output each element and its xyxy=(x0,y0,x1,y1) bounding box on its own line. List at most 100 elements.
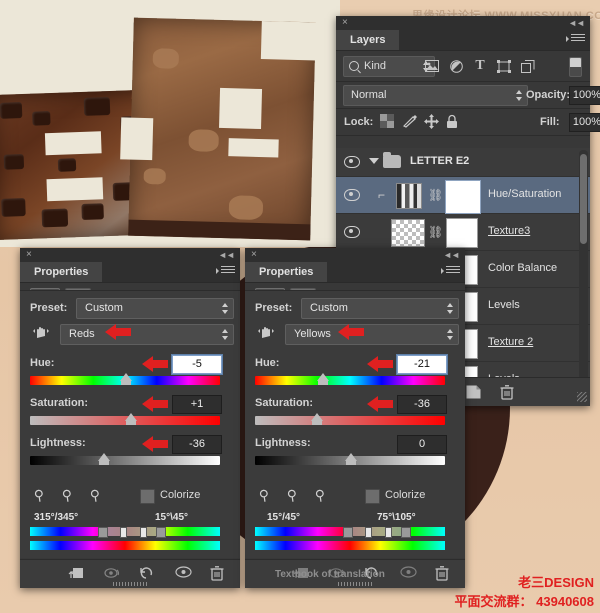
eyedropper-icon[interactable]: ⚲ xyxy=(258,486,271,504)
preset-value: Custom xyxy=(85,302,123,314)
close-icon[interactable]: × xyxy=(342,18,351,28)
chevron-updown-icon xyxy=(447,303,454,314)
preset-select[interactable]: Custom xyxy=(301,298,459,319)
saturation-slider[interactable] xyxy=(30,413,220,425)
lightness-value-input[interactable]: 0 xyxy=(397,435,447,454)
preset-select[interactable]: Custom xyxy=(76,298,234,319)
type-layer-icon[interactable]: T xyxy=(468,57,492,75)
layer-mask-thumbnail[interactable] xyxy=(446,218,478,248)
hue-slider[interactable] xyxy=(30,373,220,385)
table-row[interactable]: ⛓ Texture3 xyxy=(336,214,590,251)
eye-icon[interactable] xyxy=(344,226,360,238)
adjustment-layer-icon[interactable] xyxy=(444,57,468,75)
view-previous-state-icon[interactable] xyxy=(104,566,121,583)
saturation-slider-knob[interactable] xyxy=(125,413,137,425)
clip-to-layer-icon[interactable] xyxy=(68,566,84,583)
toggle-visibility-icon[interactable] xyxy=(175,566,192,581)
link-icon[interactable]: ⛓ xyxy=(428,226,443,238)
eye-icon[interactable] xyxy=(344,189,360,201)
lightness-slider[interactable] xyxy=(255,453,445,465)
toggle-visibility-icon[interactable] xyxy=(400,566,417,581)
eyedropper-icon[interactable]: ⚲ xyxy=(33,486,46,504)
colorize-checkbox[interactable] xyxy=(140,489,155,504)
shape-layer-icon[interactable] xyxy=(492,57,516,75)
range-handle-outer-left[interactable] xyxy=(343,527,353,538)
layer-filter-row: Kind T xyxy=(336,51,590,82)
saturation-label: Saturation: xyxy=(255,397,314,409)
channel-select[interactable]: Yellows xyxy=(285,324,459,345)
targeted-adjustment-icon[interactable] xyxy=(32,324,50,343)
panel-menu-icon[interactable] xyxy=(216,266,235,277)
eyedropper-subtract-icon[interactable]: ⚲ xyxy=(89,486,102,504)
panel-menu-icon[interactable] xyxy=(441,266,460,277)
saturation-slider[interactable] xyxy=(255,413,445,425)
table-row[interactable]: LETTER E2 xyxy=(336,148,590,177)
chevron-down-icon[interactable] xyxy=(369,158,379,164)
layers-scrollbar[interactable] xyxy=(579,150,588,390)
delete-layer-icon[interactable] xyxy=(500,385,516,400)
close-icon[interactable]: × xyxy=(26,250,35,260)
pixel-layer-icon[interactable] xyxy=(420,57,444,75)
lightness-slider[interactable] xyxy=(30,453,220,465)
saturation-value-input[interactable]: -36 xyxy=(397,395,447,414)
hue-slider-knob[interactable] xyxy=(317,373,329,385)
link-icon[interactable]: ⛓ xyxy=(428,189,443,201)
delete-icon[interactable] xyxy=(210,566,224,584)
scrollbar-thumb[interactable] xyxy=(580,154,587,244)
lightness-slider-knob[interactable] xyxy=(345,453,357,465)
range-band[interactable] xyxy=(347,527,405,536)
hue-value-input[interactable]: -5 xyxy=(172,355,222,374)
colorize-checkbox[interactable] xyxy=(365,489,380,504)
filter-enable-toggle[interactable] xyxy=(569,57,582,77)
lock-position-icon[interactable] xyxy=(424,114,440,130)
saturation-slider-knob[interactable] xyxy=(311,413,323,425)
eyedropper-add-icon[interactable]: ⚲ xyxy=(61,486,74,504)
eyedropper-subtract-icon[interactable]: ⚲ xyxy=(314,486,327,504)
eyedropper-add-icon[interactable]: ⚲ xyxy=(286,486,299,504)
panel-grip[interactable] xyxy=(338,582,372,586)
targeted-adjustment-icon[interactable] xyxy=(257,324,275,343)
close-icon[interactable]: × xyxy=(251,250,260,260)
lock-image-icon[interactable] xyxy=(402,114,418,130)
chevron-updown-icon xyxy=(516,90,523,101)
hue-slider[interactable] xyxy=(255,373,445,385)
range-right-label: 15°\45° xyxy=(155,512,189,523)
eye-icon[interactable] xyxy=(344,156,360,168)
layer-mask-thumbnail[interactable] xyxy=(445,180,481,214)
range-band[interactable] xyxy=(102,527,160,536)
range-handle-inner-left[interactable] xyxy=(365,527,372,538)
lightness-value-input[interactable]: -36 xyxy=(172,435,222,454)
collapse-icon[interactable]: ◄◄ xyxy=(218,250,235,260)
tab-properties[interactable]: Properties xyxy=(20,262,103,282)
delete-icon[interactable] xyxy=(435,566,449,584)
tab-properties[interactable]: Properties xyxy=(245,262,328,282)
panel-menu-icon[interactable] xyxy=(566,34,585,45)
panel-grip[interactable] xyxy=(113,582,147,586)
lock-all-icon[interactable] xyxy=(446,114,462,130)
lightness-slider-knob[interactable] xyxy=(98,453,110,465)
reset-icon[interactable] xyxy=(138,566,154,583)
fill-value[interactable]: 100% xyxy=(569,113,600,132)
new-layer-icon[interactable] xyxy=(466,385,482,400)
opacity-value[interactable]: 100% xyxy=(569,86,600,105)
range-handle-outer-left[interactable] xyxy=(98,527,108,538)
range-handle-inner-right[interactable] xyxy=(140,527,147,538)
lock-transparency-icon[interactable] xyxy=(380,114,396,130)
range-handle-inner-right[interactable] xyxy=(385,527,392,538)
hue-value-input[interactable]: -21 xyxy=(397,355,447,374)
collapse-icon[interactable]: ◄◄ xyxy=(443,250,460,260)
table-row[interactable]: ⌐ ⛓ Hue/Saturation xyxy=(336,177,590,214)
layer-thumbnail[interactable] xyxy=(396,183,422,209)
channel-select[interactable]: Reds xyxy=(60,324,234,345)
blend-mode-select[interactable]: Normal xyxy=(343,85,528,106)
collapse-icon[interactable]: ◄◄ xyxy=(568,18,585,28)
range-handle-outer-right[interactable] xyxy=(156,527,166,538)
tab-layers[interactable]: Layers xyxy=(336,30,400,50)
resize-grip[interactable] xyxy=(577,392,587,402)
smart-object-icon[interactable] xyxy=(516,57,540,75)
layer-thumbnail[interactable] xyxy=(391,219,425,247)
range-handle-outer-right[interactable] xyxy=(401,527,411,538)
range-handle-inner-left[interactable] xyxy=(120,527,127,538)
saturation-value-input[interactable]: +1 xyxy=(172,395,222,414)
hue-slider-knob[interactable] xyxy=(120,373,132,385)
